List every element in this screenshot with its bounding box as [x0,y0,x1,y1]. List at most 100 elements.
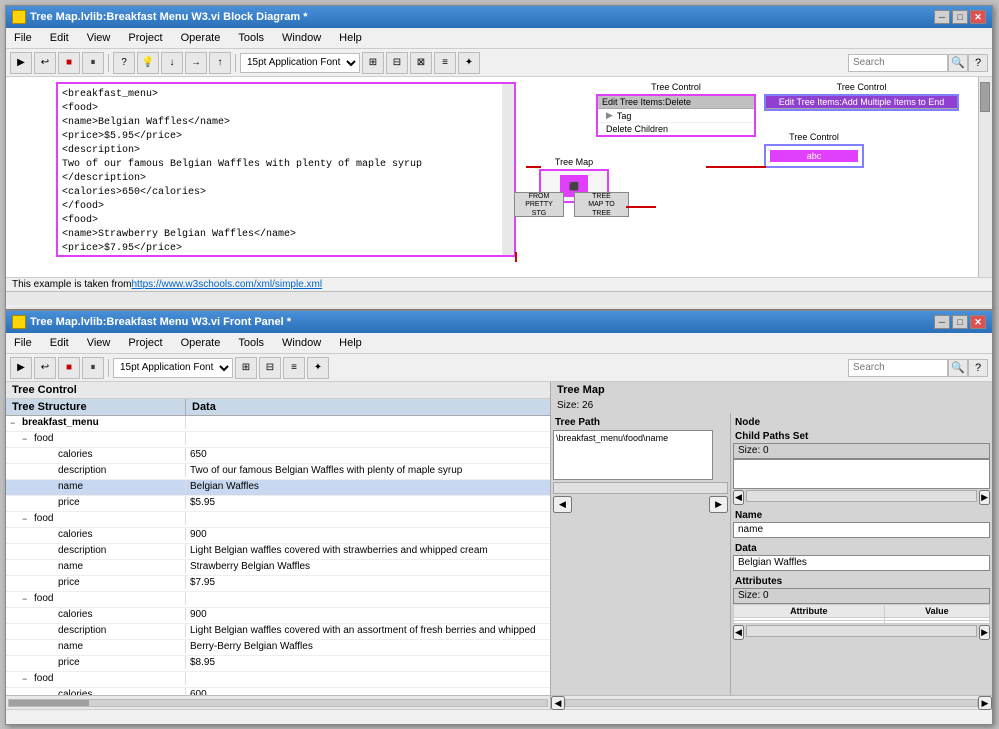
fp-minimize-button[interactable]: ─ [934,315,950,329]
table-row[interactable]: − food [6,432,550,448]
table-row[interactable]: − food [6,592,550,608]
bd-vertical-scrollbar[interactable] [978,77,992,277]
fp-menu-tools[interactable]: Tools [234,335,268,351]
step-out[interactable]: ↑ [209,52,231,74]
node-desc-1: description [58,465,106,476]
fp-help-button[interactable]: ? [968,359,988,377]
close-button[interactable]: ✕ [970,10,986,24]
menu-tools[interactable]: Tools [234,30,268,46]
menu-help[interactable]: Help [335,30,366,46]
fp-maximize-button[interactable]: □ [952,315,968,329]
table-row[interactable]: name Berry-Berry Belgian Waffles [6,640,550,656]
run-button[interactable]: ▶ [10,52,32,74]
distribute-btn[interactable]: ⊟ [386,52,408,74]
minimize-button[interactable]: ─ [934,10,950,24]
table-row[interactable]: − food [6,512,550,528]
menu-operate[interactable]: Operate [177,30,225,46]
maximize-button[interactable]: □ [952,10,968,24]
menu-window[interactable]: Window [278,30,325,46]
table-row[interactable]: description Light Belgian waffles covere… [6,544,550,560]
child-prev-btn[interactable]: ◀ [733,490,744,505]
attr-prev-btn[interactable]: ◀ [733,625,744,640]
bd-horizontal-scrollbar[interactable] [6,291,992,305]
fp-reorder-btn[interactable]: ✦ [307,357,329,379]
fp-pause-button[interactable]: ⏸ [82,357,104,379]
highlight-btn[interactable]: 💡 [137,52,159,74]
reorder-btn[interactable]: ≡ [434,52,456,74]
fp-menu-help[interactable]: Help [335,335,366,351]
fp-resize-btn[interactable]: ≡ [283,357,305,379]
table-row[interactable]: price $7.95 [6,576,550,592]
path-prev-btn[interactable]: ◀ [553,496,572,513]
attr-hscroll[interactable] [746,625,977,637]
xml-scrollbar[interactable] [502,84,514,255]
front-panel-window: ⚡ Tree Map.lvlib:Breakfast Menu W3.vi Fr… [5,310,993,725]
table-row[interactable]: name Belgian Waffles [6,480,550,496]
table-row[interactable]: name Strawberry Belgian Waffles [6,560,550,576]
expand-icon[interactable]: − [22,434,32,444]
step-into[interactable]: ↓ [161,52,183,74]
path-nav-buttons: ◀ ▶ [553,496,728,513]
tm-scroll-left[interactable]: ◀ [551,696,565,710]
table-row[interactable]: price $8.95 [6,656,550,672]
path-hscroll[interactable] [553,482,728,494]
fp-stop-button[interactable]: ■ [58,357,80,379]
fp-menu-view[interactable]: View [83,335,115,351]
extra-btn[interactable]: ✦ [458,52,480,74]
child-next-btn[interactable]: ▶ [979,490,990,505]
fp-close-button[interactable]: ✕ [970,315,986,329]
table-row[interactable]: − food [6,672,550,688]
fp-menu-file[interactable]: File [10,335,36,351]
fp-align-btn[interactable]: ⊞ [235,357,257,379]
attr-next-btn[interactable]: ▶ [979,625,990,640]
tm-scroll-right[interactable]: ▶ [978,696,992,710]
node-name-2: name [58,561,83,572]
table-row[interactable]: − breakfast_menu [6,416,550,432]
tm-horizontal-scrollbar[interactable]: ◀ ▶ [551,695,992,709]
menu-project[interactable]: Project [124,30,166,46]
abort-button[interactable]: ↩ [34,52,56,74]
table-row[interactable]: calories 900 [6,528,550,544]
search-button[interactable]: 🔍 [948,54,968,72]
path-next-btn[interactable]: ▶ [709,496,728,513]
expand-icon[interactable]: − [22,594,32,604]
resize-btn[interactable]: ⊠ [410,52,432,74]
expand-icon[interactable]: − [22,514,32,524]
table-row[interactable]: calories 900 [6,608,550,624]
fp-menu-operate[interactable]: Operate [177,335,225,351]
fp-menu-edit[interactable]: Edit [46,335,73,351]
fp-search-input[interactable] [848,359,948,377]
tree-horizontal-scrollbar[interactable] [6,695,550,709]
cell-data: Two of our famous Belgian Waffles with p… [186,464,550,477]
table-row[interactable]: price $5.95 [6,496,550,512]
tree-path-input[interactable]: \breakfast_menu\food\name [553,430,713,480]
expand-icon[interactable]: − [10,418,20,428]
expand-icon-leaf [46,642,56,652]
table-row[interactable]: description Light Belgian waffles covere… [6,624,550,640]
fp-distribute-btn[interactable]: ⊟ [259,357,281,379]
child-hscroll[interactable] [746,490,977,502]
font-select[interactable]: 15pt Application Font [240,53,360,73]
fp-menu-window[interactable]: Window [278,335,325,351]
pause-button[interactable]: ⏸ [82,52,104,74]
context-help[interactable]: ? [113,52,135,74]
align-btn[interactable]: ⊞ [362,52,384,74]
search-input[interactable] [848,54,948,72]
fp-menu-project[interactable]: Project [124,335,166,351]
table-row[interactable]: description Two of our famous Belgian Wa… [6,464,550,480]
expand-icon[interactable]: − [22,674,32,684]
fp-font-select[interactable]: 15pt Application Font [113,358,233,378]
table-row[interactable]: calories 650 [6,448,550,464]
table-row[interactable]: calories 600 [6,688,550,695]
menu-edit[interactable]: Edit [46,30,73,46]
fp-abort-button[interactable]: ↩ [34,357,56,379]
menu-file[interactable]: File [10,30,36,46]
menu-view[interactable]: View [83,30,115,46]
stop-button[interactable]: ■ [58,52,80,74]
fp-run-button[interactable]: ▶ [10,357,32,379]
tc3-sublabel: abc [807,151,822,161]
help-button[interactable]: ? [968,54,988,72]
step-over[interactable]: → [185,52,207,74]
status-link[interactable]: https://www.w3schools.com/xml/simple.xml [132,279,323,290]
fp-search-button[interactable]: 🔍 [948,359,968,377]
